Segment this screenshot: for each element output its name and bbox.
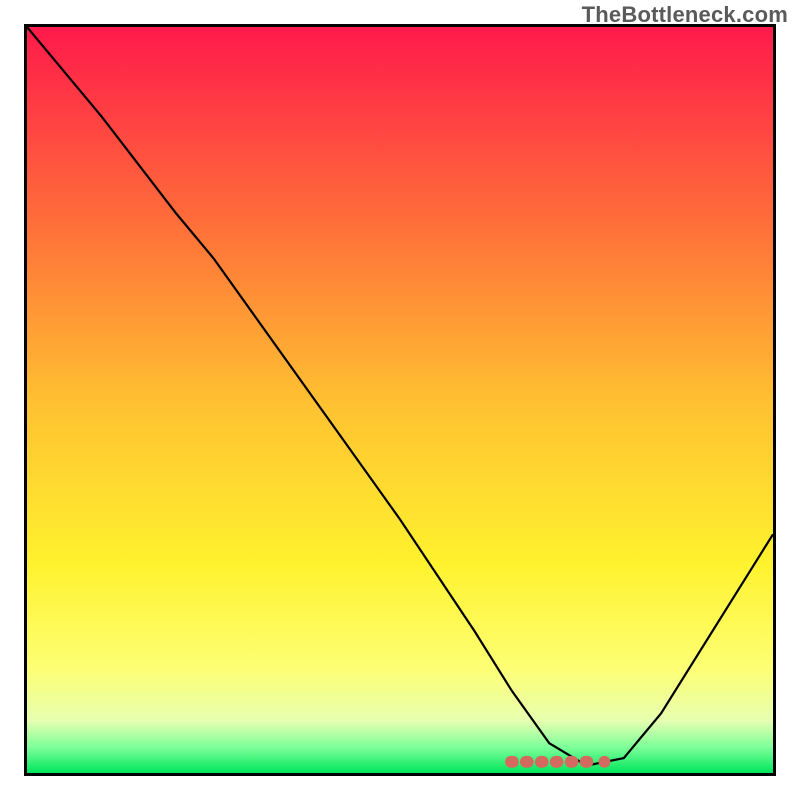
optimal-marker [27,27,773,773]
chart-container: TheBottleneck.com [0,0,800,800]
plot-area [24,24,776,776]
